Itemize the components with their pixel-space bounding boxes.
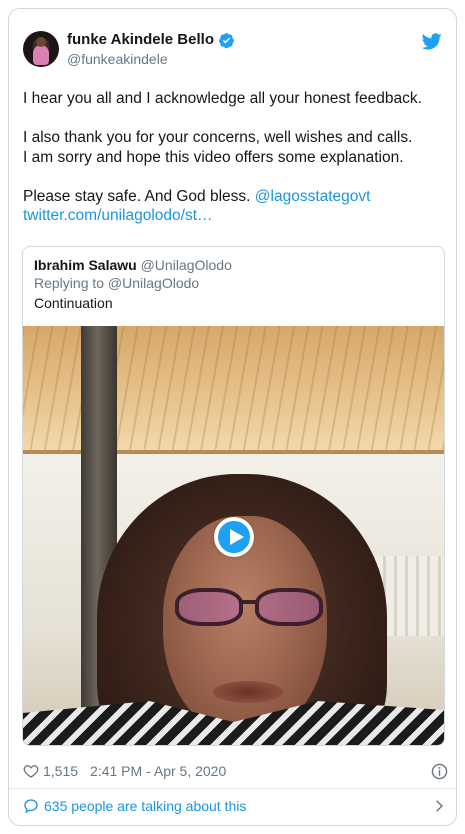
- divider: [9, 788, 456, 789]
- mention-link[interactable]: @lagosstategovt: [255, 188, 371, 205]
- tweet-url-link[interactable]: twitter.com/unilagolodo/st…: [23, 206, 448, 226]
- quoted-replying-to: Replying to @UnilagOlodo: [34, 275, 200, 291]
- thumbnail-glasses-left: [175, 588, 243, 626]
- thumbnail-glasses-bridge: [239, 600, 259, 604]
- tweet-meta: 1,515 2:41 PM - Apr 5, 2020: [23, 761, 448, 781]
- tweet-line: I hear you all and I acknowledge all you…: [23, 90, 422, 107]
- author-handle[interactable]: @funkeakindele: [67, 50, 235, 68]
- twitter-bird-icon[interactable]: [422, 33, 442, 50]
- tweet-card: funke Akindele Bello @funkeakindele I he…: [8, 8, 457, 826]
- thumbnail-glasses-right: [255, 588, 323, 626]
- conversation-link[interactable]: 635 people are talking about this: [23, 796, 448, 816]
- quoted-author: Ibrahim Salawu @UnilagOlodo: [34, 257, 232, 274]
- author-display-name[interactable]: funke Akindele Bello: [67, 31, 214, 49]
- chevron-right-icon[interactable]: [432, 799, 446, 813]
- tweet-timestamp[interactable]: 2:41 PM - Apr 5, 2020: [90, 761, 226, 781]
- chat-bubble-icon: [24, 799, 38, 814]
- tweet-line: I am sorry and hope this video offers so…: [23, 148, 404, 166]
- tweet-line: I also thank you for your concerns, well…: [23, 129, 413, 146]
- like-count[interactable]: 1,515: [43, 761, 78, 781]
- verified-badge-icon: [219, 32, 234, 48]
- quoted-author-name: Ibrahim Salawu: [34, 257, 137, 273]
- tweet-header: funke Akindele Bello @funkeakindele: [23, 31, 442, 77]
- quoted-author-handle: @UnilagOlodo: [140, 257, 232, 273]
- heart-icon[interactable]: [23, 763, 39, 779]
- play-icon[interactable]: [214, 517, 254, 557]
- conversation-count[interactable]: 635 people are talking about this: [44, 796, 246, 816]
- quoted-tweet[interactable]: Ibrahim Salawu @UnilagOlodo Replying to …: [22, 246, 445, 746]
- video-thumbnail[interactable]: [23, 326, 444, 745]
- tweet-line: Please stay safe. And God bless. @lagoss…: [23, 187, 448, 207]
- tweet-text: I hear you all and I acknowledge all you…: [23, 89, 448, 226]
- avatar[interactable]: [23, 31, 59, 67]
- author-block[interactable]: funke Akindele Bello @funkeakindele: [67, 31, 235, 68]
- author-name-row: funke Akindele Bello: [67, 31, 235, 49]
- tweet-line-text: Please stay safe. And God bless.: [23, 187, 255, 205]
- quoted-text: Continuation: [34, 295, 113, 311]
- info-icon[interactable]: [431, 763, 448, 780]
- thumbnail-mouth: [213, 681, 283, 703]
